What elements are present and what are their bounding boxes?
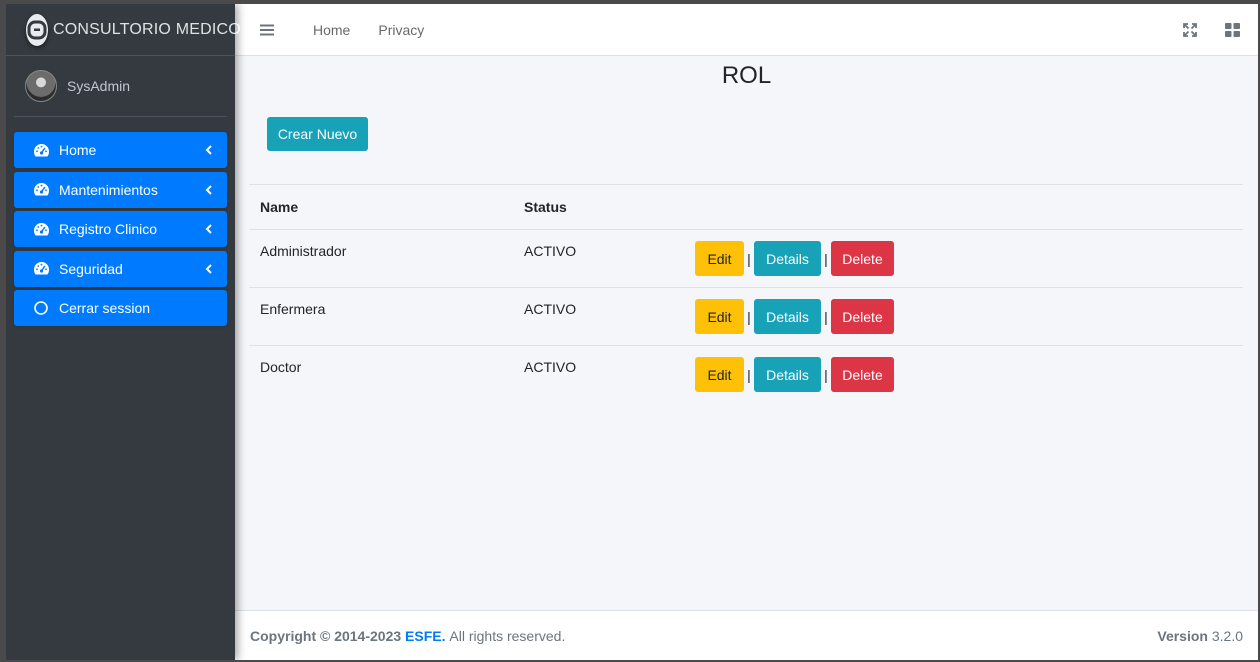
top-navbar: Home Privacy [235,4,1258,56]
details-button[interactable]: Details [754,241,821,276]
app-window: CONSULTORIO MEDICO SysAdmin Home Manteni… [6,4,1258,660]
hamburger-menu-icon[interactable] [257,20,277,40]
sidebar-item-label: Mantenimientos [59,181,158,198]
tachometer-icon [32,141,50,159]
nav-link-home[interactable]: Home [313,22,350,38]
separator: | [824,250,828,267]
chevron-left-icon [203,184,213,195]
chevron-left-icon [203,263,213,274]
sidebar-item-home[interactable]: Home [14,132,227,168]
cell-status: ACTIVO [524,359,577,375]
cell-name: Enfermera [260,301,326,317]
chevron-left-icon [203,224,213,234]
edit-button[interactable]: Edit [695,299,744,334]
tachometer-icon [32,220,50,238]
user-panel[interactable]: SysAdmin [14,56,227,117]
version-value: 3.2.0 [1211,627,1243,644]
org-link[interactable]: ESFE. [405,628,445,644]
rights-text: All rights reserved. [449,627,566,644]
separator: | [747,250,751,267]
avatar [25,70,57,102]
roles-table: Name Status Administrador ACTIVO Edit | … [249,184,1243,403]
fullscreen-icon[interactable] [1182,22,1198,38]
delete-button[interactable]: Delete [831,241,894,276]
create-new-button[interactable]: Crear Nuevo [267,117,368,151]
edit-button[interactable]: Edit [695,241,744,276]
sidebar-item-registro-clinico[interactable]: Registro Clinico [14,211,227,247]
sidebar-item-mantenimientos[interactable]: Mantenimientos [14,171,227,208]
brand-name: CONSULTORIO MEDICO [53,20,241,38]
table-row: Enfermera ACTIVO Edit | Details | Delete [249,287,1243,345]
circle-icon [32,299,50,317]
tachometer-icon [32,260,50,278]
user-name: SysAdmin [67,78,131,94]
cell-status: ACTIVO [524,301,577,317]
column-header-name: Name [260,199,299,215]
version-label: Version [1157,627,1208,644]
navbar-right [1156,22,1240,38]
sidebar-item-cerrar-session[interactable]: Cerrar session [14,290,227,326]
grid-icon[interactable] [1224,22,1240,38]
page-title: ROL [721,62,772,89]
row-actions: Edit | Details | Delete [695,346,894,392]
sidebar-item-label: Seguridad [59,260,123,277]
cell-name: Doctor [260,359,302,375]
cell-name: Administrador [260,243,347,259]
tachometer-icon [32,181,50,199]
sidebar-item-seguridad[interactable]: Seguridad [14,250,227,287]
brand-link[interactable]: CONSULTORIO MEDICO [6,4,241,56]
cell-status: ACTIVO [524,243,577,259]
nav-link-privacy[interactable]: Privacy [378,22,424,38]
separator: | [824,308,828,325]
sidebar-item-label: Home [59,142,97,158]
details-button[interactable]: Details [754,299,821,334]
main-content: ROL Crear Nuevo Name Status Administrado… [235,56,1258,610]
separator: | [747,308,751,325]
delete-button[interactable]: Delete [831,299,894,334]
details-button[interactable]: Details [754,357,821,392]
brand-logo-icon [26,13,48,46]
sidebar: CONSULTORIO MEDICO SysAdmin Home Manteni… [6,4,241,660]
edit-button[interactable]: Edit [695,357,744,392]
copyright-text: Copyright © 2014-2023 [250,627,402,644]
separator: | [824,366,828,383]
table-row: Doctor ACTIVO Edit | Details | Delete [249,345,1243,403]
sidebar-item-label: Registro Clinico [59,221,158,237]
row-actions: Edit | Details | Delete [695,288,894,334]
sidebar-item-label: Cerrar session [59,300,151,316]
table-header: Name Status [249,184,1243,229]
separator: | [747,366,751,383]
chevron-left-icon [203,145,213,155]
row-actions: Edit | Details | Delete [695,230,894,276]
version-info: Version 3.2.0 [1157,628,1243,644]
delete-button[interactable]: Delete [831,357,894,392]
footer: Copyright © 2014-2023 ESFE. All rights r… [235,610,1258,660]
sidebar-nav: Home Mantenimientos Registro Clinico Seg… [6,117,235,326]
table-row: Administrador ACTIVO Edit | Details | De… [249,229,1243,287]
column-header-status: Status [524,199,567,215]
